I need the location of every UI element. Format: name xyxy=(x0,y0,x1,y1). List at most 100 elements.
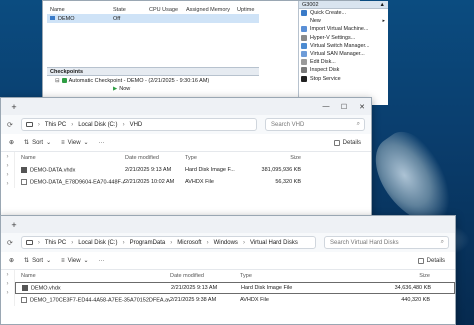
file-row[interactable]: DEMO-DATA.vhdx 2/21/2025 9:13 AM Hard Disk… xyxy=(15,164,371,176)
breadcrumb-vhd[interactable]: VHD xyxy=(130,122,143,128)
action-item[interactable]: New ▸ xyxy=(299,17,388,25)
col-size[interactable]: Size xyxy=(318,273,432,279)
search-input[interactable]: Search VHD ⌕ xyxy=(265,118,365,131)
action-icon xyxy=(301,51,307,58)
new-icon: ⊕ xyxy=(9,140,15,146)
file-date: 2/21/2025 9:13 AM xyxy=(171,285,218,291)
nav-pin-icon[interactable]: › xyxy=(1,270,14,279)
more-button[interactable]: ··· xyxy=(99,258,105,264)
col-uptime[interactable]: Uptime xyxy=(237,7,259,13)
action-item[interactable]: Edit Disk... xyxy=(299,58,388,66)
close-button[interactable]: ✕ xyxy=(353,103,371,111)
nav-pin-icon[interactable]: › xyxy=(1,152,14,161)
file-row[interactable]: DEMO.vhdx 2/21/2025 9:13 AM Hard Disk Imag… xyxy=(15,282,455,294)
col-type[interactable]: Type xyxy=(185,155,235,161)
col-type[interactable]: Type xyxy=(240,273,318,279)
action-item[interactable]: Import Virtual Machine... xyxy=(299,25,388,33)
col-name[interactable]: Name xyxy=(15,273,170,279)
col-cpu[interactable]: CPU Usage xyxy=(149,7,186,13)
action-list: Quick Create... New ▸ Import Virtual Machin… xyxy=(299,9,388,83)
file-rows: DEMO.vhdx 2/21/2025 9:13 AM Hard Disk Imag… xyxy=(15,282,455,306)
file-row[interactable]: DEMO-DATA_E78D9604-EA70-448F-AA7...2/21/… xyxy=(15,176,371,188)
search-input[interactable]: Search Virtual Hard Disks ⌕ xyxy=(324,236,449,249)
action-label: Edit Disk... xyxy=(310,59,336,66)
nav-pin-icon[interactable]: › xyxy=(1,170,14,179)
details-label: Details xyxy=(426,257,445,264)
new-button[interactable]: ⊕ xyxy=(9,257,14,264)
new-tab-button[interactable]: + xyxy=(7,220,21,230)
action-item[interactable]: Hyper-V Settings... xyxy=(299,34,388,42)
sort-button[interactable]: ⇅ Sort ⌄ xyxy=(24,139,52,147)
explorer-body: › › › › Name Date modified Type Size DEM… xyxy=(1,152,371,188)
view-button[interactable]: ≡ View ⌄ xyxy=(61,139,88,147)
action-item[interactable]: Inspect Disk xyxy=(299,66,388,74)
breadcrumb-local-disk[interactable]: Local Disk (C:) xyxy=(78,240,117,246)
breadcrumb-virtual-hard-disks[interactable]: Virtual Hard Disks xyxy=(250,240,298,246)
col-name[interactable]: Name xyxy=(15,155,125,161)
breadcrumb-windows[interactable]: Windows xyxy=(214,240,238,246)
explorer-window-virtual-hard-disks: + ⟳ › This PC › Local Disk (C:) › Progra… xyxy=(0,215,456,325)
chevron-down-icon: ⌄ xyxy=(46,140,52,146)
nav-pin-icon[interactable]: › xyxy=(1,161,14,170)
details-button[interactable]: Details xyxy=(333,139,361,146)
sort-button[interactable]: ⇅ Sort ⌄ xyxy=(24,257,51,265)
action-icon xyxy=(301,42,307,49)
search-icon: ⌕ xyxy=(440,239,444,245)
breadcrumb-this-pc[interactable]: This PC xyxy=(45,122,66,128)
file-size: 34,636,480 KB xyxy=(394,285,431,291)
new-button[interactable]: ⊕ xyxy=(9,139,14,146)
breadcrumb-programdata[interactable]: ProgramData xyxy=(130,240,166,246)
col-name[interactable]: Name xyxy=(47,7,113,13)
search-placeholder: Search Virtual Hard Disks xyxy=(330,239,399,246)
sort-label: Sort xyxy=(32,139,44,146)
file-name: DEMO_170CE3F7-ED44-4A58-A7EE-35A70152DFE… xyxy=(30,297,170,304)
view-label: View xyxy=(67,139,81,146)
nav-refresh-icon[interactable]: ⟳ xyxy=(7,121,13,129)
file-size: 440,320 KB xyxy=(401,297,430,303)
action-item[interactable]: Virtual Switch Manager... xyxy=(299,42,388,50)
more-button[interactable]: ··· xyxy=(99,140,105,146)
breadcrumb-local-disk[interactable]: Local Disk (C:) xyxy=(78,122,117,128)
file-list: Name Date modified Type Size DEMO.vhdx 2/… xyxy=(15,270,455,306)
nav-pin-icon[interactable]: › xyxy=(1,279,14,288)
address-bar[interactable]: › This PC › Local Disk (C:) › VHD xyxy=(20,118,257,131)
vhdx-file-icon xyxy=(22,284,28,291)
maximize-button[interactable]: ☐ xyxy=(335,103,353,111)
collapse-icon[interactable]: ⊟ xyxy=(55,78,60,84)
breadcrumb-microsoft[interactable]: Microsoft xyxy=(177,240,201,246)
action-item[interactable]: Virtual SAN Manager... xyxy=(299,50,388,58)
action-item[interactable]: Quick Create... xyxy=(299,9,388,17)
new-tab-button[interactable]: + xyxy=(7,102,21,112)
col-size[interactable]: Size xyxy=(235,155,303,161)
vm-row[interactable]: DEMO Off xyxy=(47,14,259,23)
checkpoint-item[interactable]: ⊟ Automatic Checkpoint - DEMO - (2/21/202… xyxy=(55,78,209,84)
details-icon xyxy=(333,139,340,146)
window-controls: — ☐ ✕ xyxy=(317,103,371,111)
col-memory[interactable]: Assigned Memory xyxy=(186,7,237,13)
actions-header[interactable]: G3002 ▲ xyxy=(299,1,388,9)
action-label: Import Virtual Machine... xyxy=(310,26,369,33)
address-bar[interactable]: › This PC › Local Disk (C:) › ProgramDat… xyxy=(20,236,316,249)
action-item[interactable]: Stop Service xyxy=(299,75,388,83)
view-icon: ≡ xyxy=(61,139,65,146)
minimize-button[interactable]: — xyxy=(317,103,335,111)
action-label: New xyxy=(310,18,321,25)
vm-table: Name State CPU Usage Assigned Memory Upt… xyxy=(47,5,259,23)
nav-pin-icon[interactable]: › xyxy=(1,288,14,297)
col-date-modified[interactable]: Date modified xyxy=(170,273,240,279)
nav-pin-icon[interactable]: › xyxy=(1,179,14,188)
breadcrumb-this-pc[interactable]: This PC xyxy=(45,240,66,246)
file-row[interactable]: DEMO_170CE3F7-ED44-4A58-A7EE-35A70152DFE… xyxy=(15,294,455,306)
view-button[interactable]: ≡ View ⌄ xyxy=(61,257,88,265)
search-placeholder: Search VHD xyxy=(271,121,305,128)
collapse-up-icon[interactable]: ▲ xyxy=(380,1,385,8)
col-date-modified[interactable]: Date modified xyxy=(125,155,185,161)
avhdx-file-icon xyxy=(21,296,27,303)
vhdx-file-icon xyxy=(21,166,27,173)
col-state[interactable]: State xyxy=(113,7,149,13)
file-name: DEMO.vhdx xyxy=(31,285,61,292)
details-button[interactable]: Details xyxy=(417,257,445,264)
nav-refresh-icon[interactable]: ⟳ xyxy=(7,239,13,247)
now-label: Now xyxy=(119,86,131,92)
now-item[interactable]: ▶ Now xyxy=(113,86,130,92)
